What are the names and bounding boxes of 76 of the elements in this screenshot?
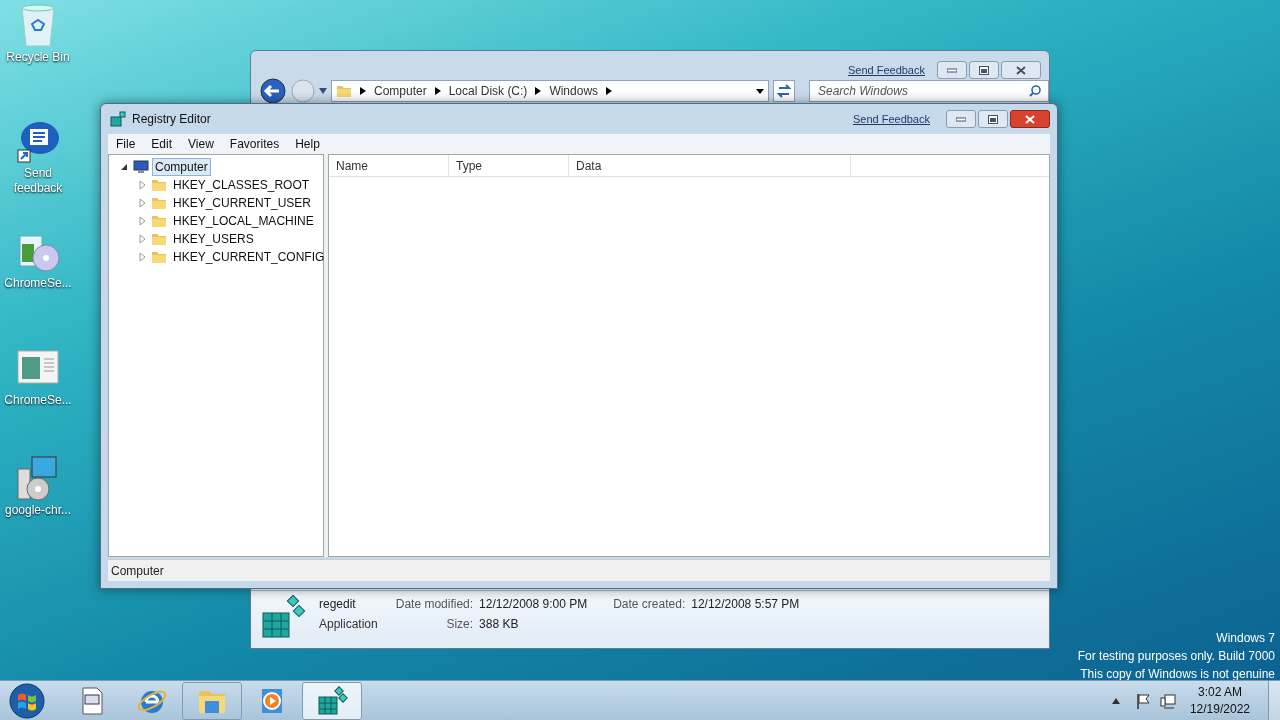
tree-item[interactable]: HKEY_LOCAL_MACHINE	[170, 212, 317, 230]
show-hidden-icons-button[interactable]	[1111, 697, 1120, 704]
breadcrumb-item[interactable]: Windows	[549, 82, 599, 100]
time-text: 3:02 AM	[1197, 683, 1242, 701]
computer-icon	[133, 159, 149, 175]
close-button[interactable]	[1001, 61, 1041, 79]
field-label: Size:	[445, 616, 474, 633]
taskbar-button[interactable]	[302, 681, 362, 720]
status-bar: Computer	[108, 559, 1050, 581]
column-header[interactable]: Name	[329, 155, 449, 176]
maximize-icon	[979, 65, 989, 75]
chevron-icon[interactable]	[434, 87, 441, 95]
refresh-button[interactable]	[773, 80, 796, 102]
dropdown-icon[interactable]	[756, 88, 765, 94]
file-type: Application	[319, 616, 378, 633]
field-value: 12/12/2008 9:00 PM	[479, 596, 588, 613]
minimize-icon	[947, 67, 957, 73]
field-label: Date created:	[612, 596, 686, 613]
collapsed-arrow-icon[interactable]	[137, 216, 147, 226]
date-text: 12/19/2022	[1189, 700, 1250, 718]
collapsed-arrow-icon[interactable]	[137, 198, 147, 208]
chevron-icon[interactable]	[606, 87, 613, 95]
notice-text: Windows 7	[1216, 630, 1275, 647]
menu-item[interactable]: Favorites	[221, 135, 288, 153]
column-header[interactable]: Type	[449, 155, 569, 176]
window-title: Registry Editor	[132, 111, 211, 128]
tree-item[interactable]: HKEY_CURRENT_CONFIG	[170, 248, 328, 266]
app-icon	[110, 111, 126, 127]
cubes-icon	[316, 684, 348, 717]
send-feedback-link[interactable]: Send Feedback	[852, 110, 930, 128]
tree-item[interactable]: HKEY_USERS	[170, 230, 257, 248]
field-label: Date modified:	[395, 596, 474, 613]
collapsed-arrow-icon[interactable]	[137, 234, 147, 244]
menu-item[interactable]: File	[108, 135, 144, 153]
clock[interactable]: 3:02 AM 12/19/2022	[1189, 683, 1250, 718]
minimize-icon	[956, 116, 966, 122]
close-icon	[1016, 65, 1026, 75]
folder-icon	[151, 231, 167, 247]
breadcrumb-item[interactable]: Local Disk (C:)	[448, 82, 528, 100]
chevron-icon[interactable]	[360, 87, 366, 95]
tree-item[interactable]: Computer	[152, 158, 211, 176]
folder-icon	[151, 213, 167, 229]
search-field[interactable]: Search Windows	[809, 80, 1049, 102]
menu-item[interactable]: Edit	[143, 135, 181, 153]
maximize-icon	[988, 114, 998, 124]
notice-text: This copy of Windows is not genuine	[1080, 666, 1275, 683]
file-name: regedit	[319, 596, 357, 613]
menu-item[interactable]: View	[180, 135, 222, 153]
collapsed-arrow-icon[interactable]	[137, 252, 147, 262]
expanded-arrow-icon[interactable]	[119, 162, 129, 172]
close-icon	[1025, 114, 1035, 124]
field-value: 12/12/2008 5:57 PM	[691, 596, 800, 613]
maximize-button[interactable]	[978, 110, 1008, 128]
send-feedback-link[interactable]: Send Feedback	[847, 61, 925, 79]
folder-icon	[151, 195, 167, 211]
maximize-button[interactable]	[969, 61, 999, 79]
start-button[interactable]	[9, 682, 45, 719]
breadcrumb-item[interactable]: Computer	[374, 82, 427, 100]
notice-text: For testing purposes only. Build 7000	[1077, 648, 1275, 665]
back-button[interactable]	[259, 78, 287, 104]
column-header[interactable]: Data	[569, 155, 851, 176]
collapsed-arrow-icon[interactable]	[137, 180, 147, 190]
folder-icon	[151, 249, 167, 265]
caret-icon[interactable]	[319, 88, 327, 94]
network-icon[interactable]	[1159, 692, 1176, 709]
chevron-icon[interactable]	[535, 87, 542, 95]
menu-item[interactable]: Help	[287, 135, 328, 153]
flag-icon[interactable]	[1135, 692, 1150, 709]
address-bar[interactable]: Computer Local Disk (C:) Windows	[331, 80, 770, 102]
close-button[interactable]	[1010, 110, 1050, 128]
cubes-icon	[261, 595, 307, 641]
tree-item[interactable]: HKEY_CURRENT_USER	[170, 194, 315, 212]
folder-icon	[151, 177, 167, 193]
folder-icon	[336, 83, 352, 99]
tree-item[interactable]: HKEY_CLASSES_ROOT	[170, 176, 313, 194]
field-value: 388 KB	[479, 616, 520, 633]
